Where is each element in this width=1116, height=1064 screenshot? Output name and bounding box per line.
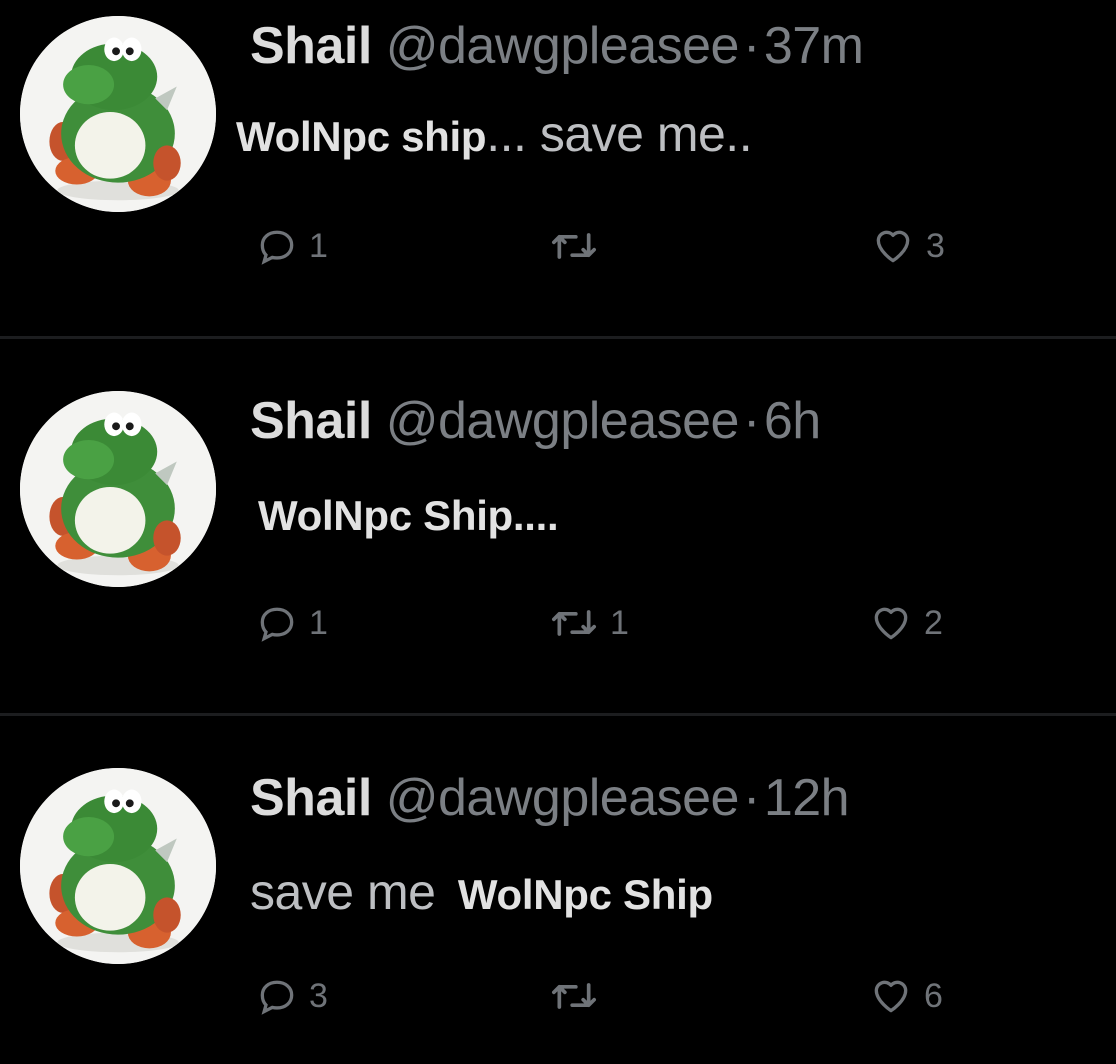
reply-icon — [260, 980, 294, 1015]
overlay-text: WolNpc Ship.... — [258, 492, 559, 539]
reply-button[interactable]: 3 — [255, 974, 328, 1018]
like-count: 2 — [924, 604, 943, 642]
reply-button[interactable]: 1 — [255, 601, 328, 645]
retweet-count: 1 — [610, 604, 629, 642]
tweet-header: Shail @dawgpleasee·37m — [250, 16, 864, 76]
reply-count: 1 — [309, 227, 328, 265]
tweet-text: save me WolNpc Ship — [250, 864, 713, 933]
retweet-button[interactable]: 1 — [548, 601, 629, 645]
like-count: 3 — [926, 227, 945, 265]
reply-count: 3 — [309, 977, 328, 1015]
tweet-header: Shail @dawgpleasee·12h — [250, 768, 850, 828]
tweet-text: WolNpc Ship.... — [258, 485, 559, 554]
separator: · — [742, 17, 760, 75]
tweet-1[interactable]: Shail @dawgpleasee·37m WolNpc ship... sa… — [0, 0, 1116, 336]
retweet-icon — [552, 610, 597, 636]
user-handle[interactable]: @dawgpleasee — [386, 769, 740, 827]
user-handle[interactable]: @dawgpleasee — [386, 392, 740, 450]
tweet-text: WolNpc ship... save me.. — [236, 106, 753, 175]
heart-icon — [876, 230, 910, 263]
overlay-text: WolNpc Ship — [457, 871, 713, 918]
retweet-button[interactable] — [548, 974, 610, 1018]
user-handle[interactable]: @dawgpleasee — [386, 17, 740, 75]
avatar[interactable] — [20, 768, 216, 964]
avatar[interactable] — [20, 16, 216, 212]
heart-icon — [874, 607, 908, 640]
like-button[interactable]: 3 — [870, 224, 945, 268]
like-button[interactable]: 6 — [868, 974, 943, 1018]
tweet-2[interactable]: Shail @dawgpleasee·6h WolNpc Ship.... 1 … — [0, 339, 1116, 713]
retweet-button[interactable] — [548, 224, 610, 268]
overlay-text: WolNpc ship — [236, 113, 487, 160]
timestamp[interactable]: 37m — [764, 17, 864, 75]
like-count: 6 — [924, 977, 943, 1015]
tweet-3[interactable]: Shail @dawgpleasee·12h save me WolNpc Sh… — [0, 716, 1116, 1064]
display-name[interactable]: Shail — [250, 17, 372, 75]
original-text: save me — [250, 864, 436, 920]
yoshi-avatar-icon — [20, 16, 216, 212]
separator: · — [742, 769, 760, 827]
retweet-icon — [552, 983, 597, 1009]
timestamp[interactable]: 12h — [764, 769, 850, 827]
display-name[interactable]: Shail — [250, 392, 372, 450]
like-button[interactable]: 2 — [868, 601, 943, 645]
timestamp[interactable]: 6h — [764, 392, 821, 450]
separator: · — [742, 392, 760, 450]
yoshi-avatar-icon — [20, 768, 216, 964]
tweet-header: Shail @dawgpleasee·6h — [250, 391, 821, 451]
reply-count: 1 — [309, 604, 328, 642]
avatar[interactable] — [20, 391, 216, 587]
yoshi-avatar-icon — [20, 391, 216, 587]
reply-icon — [260, 230, 294, 265]
reply-icon — [260, 607, 294, 642]
retweet-icon — [552, 233, 597, 259]
heart-icon — [874, 980, 908, 1013]
original-text: ... save me.. — [486, 106, 753, 162]
display-name[interactable]: Shail — [250, 769, 372, 827]
reply-button[interactable]: 1 — [255, 224, 328, 268]
